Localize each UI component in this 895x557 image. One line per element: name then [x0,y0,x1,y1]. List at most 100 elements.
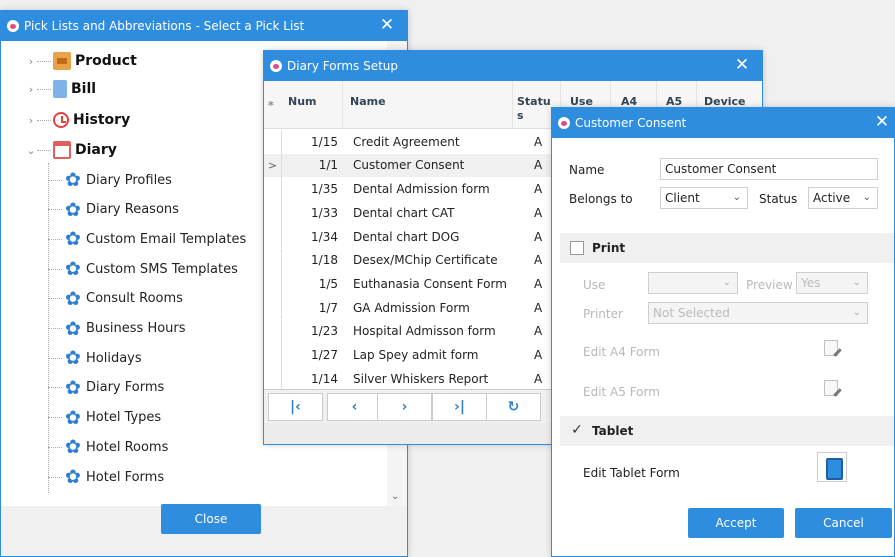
expand-toggle-icon[interactable]: › [25,83,37,96]
tree-item-hotel-types[interactable]: ✿ Hotel Types [48,405,161,431]
gear-icon: ✿ [65,466,81,488]
tree-node-history[interactable]: › History [25,107,130,133]
tree-item-business-hours[interactable]: ✿ Business Hours [48,316,186,342]
app-paw-icon [7,20,19,32]
gear-icon: ✿ [65,376,81,399]
row-indicator [264,367,282,389]
tree-item-diary-forms[interactable]: ✿ Diary Forms [48,375,164,401]
close-button[interactable]: Close [161,504,261,534]
print-section-label: Print [592,241,626,255]
tree-item-label: Diary Profiles [86,172,172,188]
row-name: Euthanasia Consent Form [353,276,507,291]
calendar-icon [53,141,71,159]
close-icon[interactable]: ✕ [732,55,752,75]
close-icon[interactable]: ✕ [872,112,892,132]
tree-item-diary-profiles[interactable]: ✿ Diary Profiles [48,167,172,193]
row-num: 1/34 [311,229,338,244]
tree-node-product[interactable]: › Product [25,48,137,74]
printer-value: Not Selected [653,306,730,320]
last-record-button[interactable]: ›| [432,393,487,421]
edit-a4-form-icon[interactable] [824,340,838,356]
print-section[interactable]: Print [560,233,894,263]
tree-node-diary[interactable]: ⌄ Diary [25,137,117,163]
tree-connector [37,88,51,90]
tree-connector [37,119,51,121]
tree-item-hotel-forms[interactable]: ✿ Hotel Forms [48,464,164,490]
print-checkbox[interactable] [570,241,584,255]
row-indicator [264,130,282,154]
tablet-section-label: Tablet [592,424,634,438]
tree-item-custom-email-templates[interactable]: ✿ Custom Email Templates [48,226,246,252]
belongs-to-value: Client [665,191,700,205]
tree-item-label: Business Hours [86,321,186,336]
row-num: 1/14 [311,371,338,386]
row-num: 1/1 [318,158,338,173]
name-label: Name [569,163,605,177]
tree-connector [48,476,62,478]
tablet-checkbox[interactable]: ✓ [570,423,584,438]
status-select[interactable]: Active ⌄ [808,187,878,209]
preview-value: Yes [801,276,821,290]
row-num: 1/5 [318,276,338,291]
diary-forms-titlebar: Diary Forms Setup ✕ [264,51,762,81]
tablet-section[interactable]: ✓ Tablet [560,416,894,446]
row-status: A [534,300,543,315]
consent-form: Name Customer Consent Belongs to Client … [552,138,894,556]
tree-item-hotel-rooms[interactable]: ✿ Hotel Rooms [48,434,168,460]
gear-icon: ✿ [65,258,81,281]
expand-toggle-icon[interactable]: › [25,55,37,68]
row-indicator: > [264,153,282,178]
expand-toggle-icon[interactable]: ⌄ [25,144,37,157]
use-select[interactable]: ⌄ [648,272,738,294]
preview-select[interactable]: Yes ⌄ [796,272,868,294]
tree-item-label: Custom SMS Templates [86,261,238,277]
tree-node-bill[interactable]: › Bill [25,76,96,102]
refresh-button[interactable]: ↻ [486,393,541,421]
chevron-down-icon: ⌄ [852,307,861,318]
edit-tablet-form-button[interactable] [817,452,847,482]
row-num: 1/18 [311,253,338,268]
close-icon[interactable]: ✕ [377,15,397,35]
chevron-down-icon: ⌄ [852,277,861,288]
previous-record-button[interactable]: ‹ [327,393,382,421]
tree-connector [37,149,51,151]
printer-select[interactable]: Not Selected ⌄ [648,302,868,324]
cancel-button[interactable]: Cancel [795,508,892,538]
row-status: A [534,158,543,173]
accept-button[interactable]: Accept [688,508,784,538]
preview-label: Preview [746,278,793,292]
first-record-button[interactable]: |‹ [268,393,323,421]
column-name[interactable]: Name [350,95,386,108]
scroll-down-icon[interactable]: ⌄ [391,491,399,502]
app-paw-icon [270,60,282,72]
row-num: 1/15 [311,134,338,149]
belongs-to-label: Belongs to [569,192,633,206]
pick-list-titlebar: Pick Lists and Abbreviations - Select a … [1,11,407,41]
new-row-indicator: * [268,99,274,112]
next-record-button[interactable]: › [377,393,432,421]
customer-consent-titlebar: Customer Consent ✕ [552,108,894,138]
customer-consent-window: Customer Consent ✕ Name Customer Consent… [551,107,895,557]
column-status[interactable]: Statu s [517,95,551,123]
tree-connector [48,357,62,359]
tree-item-diary-reasons[interactable]: ✿ Diary Reasons [48,197,179,223]
row-indicator [264,248,282,272]
grid-divider [342,81,343,129]
name-input[interactable]: Customer Consent [660,158,878,180]
tree-connector [37,60,51,62]
tree-item-holidays[interactable]: ✿ Holidays [48,345,142,371]
row-indicator [264,319,282,344]
edit-a5-label: Edit A5 Form [583,385,660,399]
tree-item-label: Hotel Types [86,410,162,426]
tree-item-label: Consult Rooms [86,291,183,307]
expand-toggle-icon[interactable]: › [25,114,37,127]
row-status: A [534,205,543,220]
tree-item-consult-rooms[interactable]: ✿ Consult Rooms [48,286,183,312]
edit-tablet-label: Edit Tablet Form [583,466,680,480]
chevron-down-icon: ⌄ [732,192,741,203]
belongs-to-select[interactable]: Client ⌄ [660,187,748,209]
column-num[interactable]: Num [288,95,317,108]
tree-item-custom-sms-templates[interactable]: ✿ Custom SMS Templates [48,256,238,282]
edit-a5-form-icon[interactable] [824,380,838,396]
row-num: 1/35 [311,182,338,197]
